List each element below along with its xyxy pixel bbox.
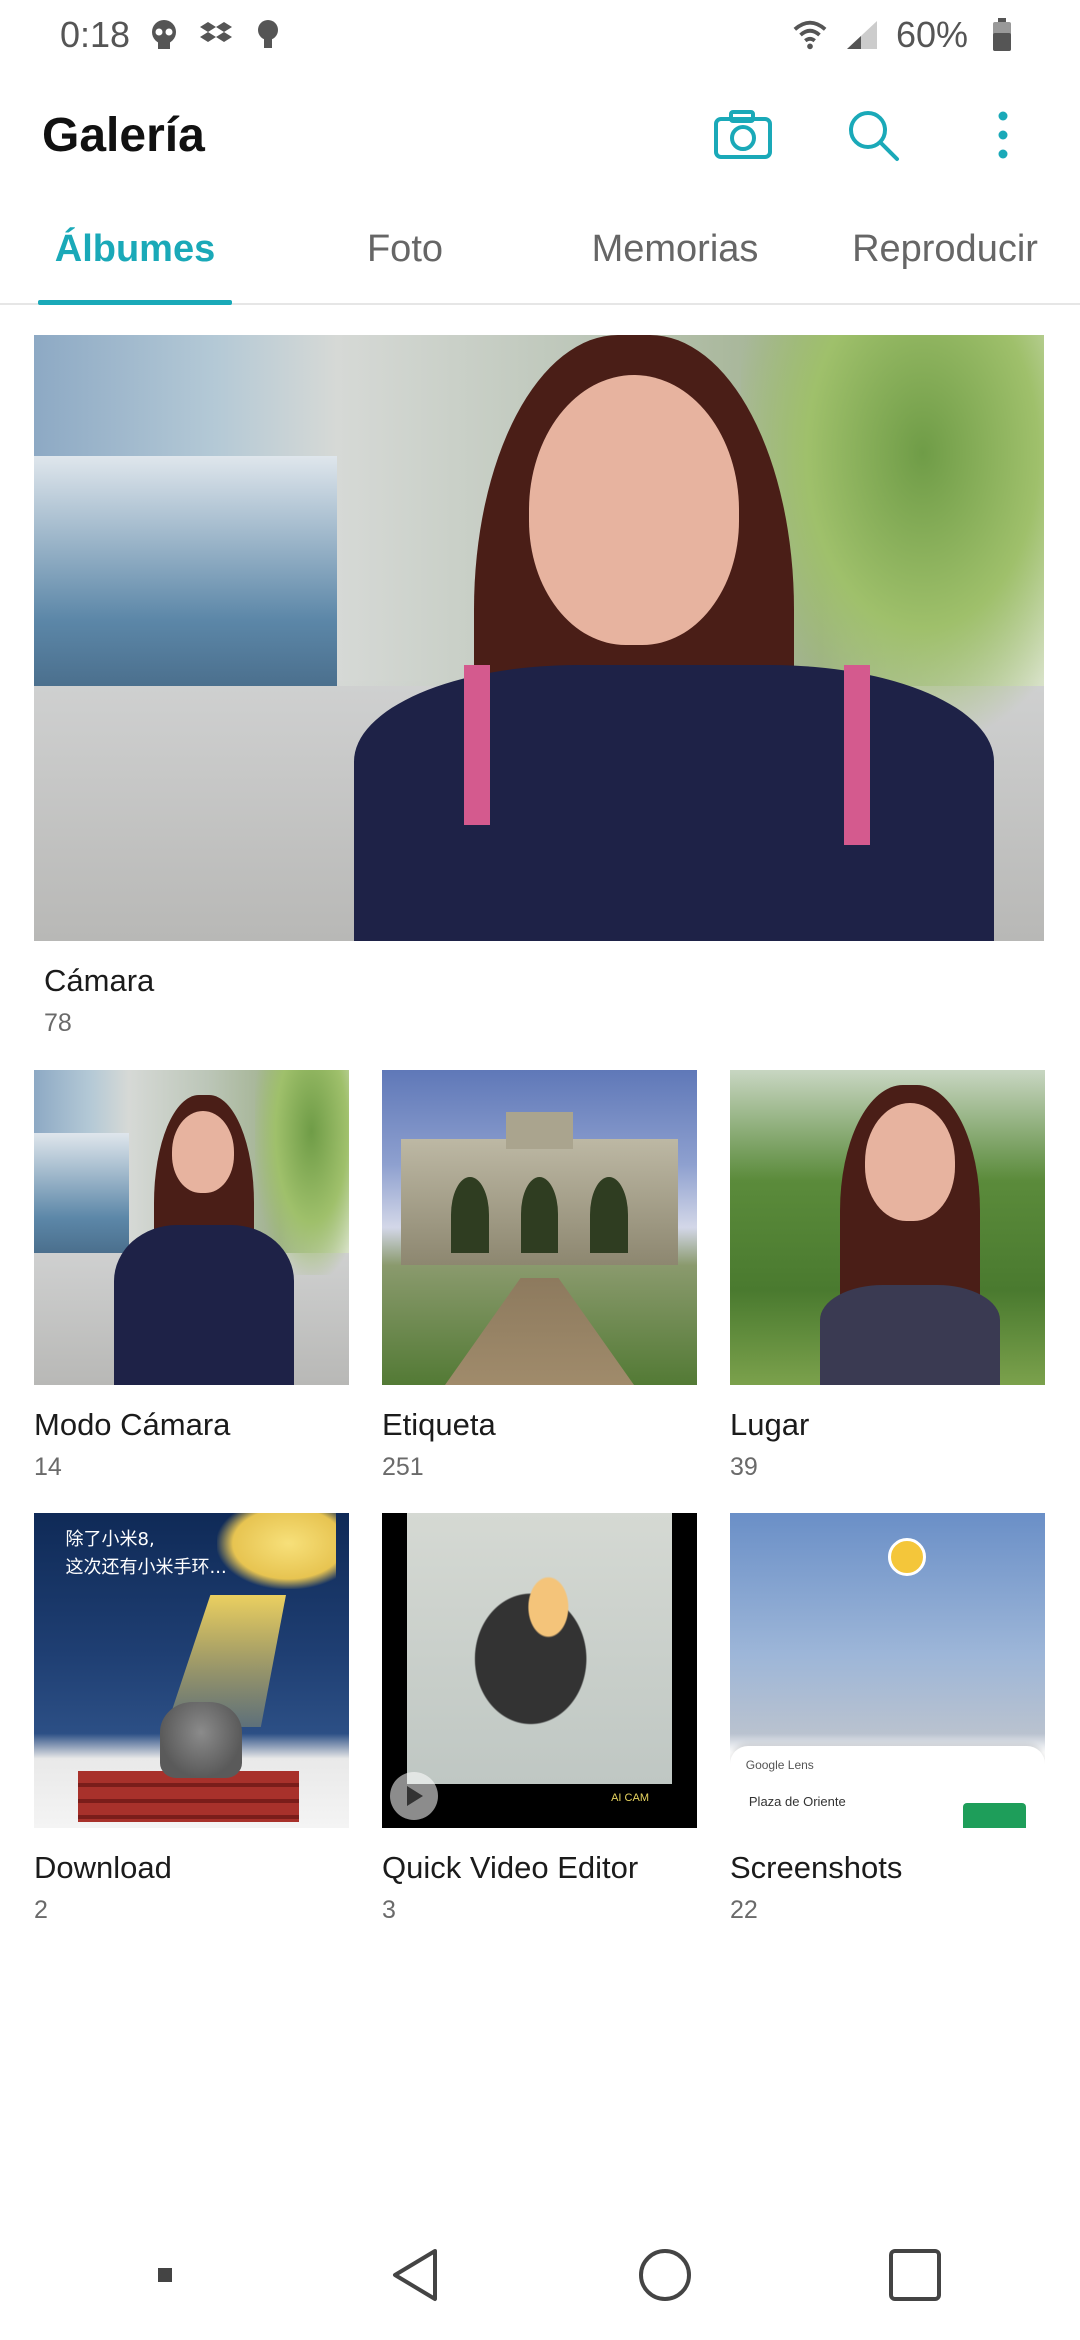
home-button[interactable] xyxy=(620,2230,710,2320)
home-icon xyxy=(639,2249,691,2301)
search-button[interactable] xyxy=(838,100,908,170)
album-count: 22 xyxy=(730,1896,758,1924)
more-options-button[interactable] xyxy=(968,100,1038,170)
thumbnail-caption: 除了小米8, 这次还有小米手环... xyxy=(65,1528,227,1578)
album-count: 78 xyxy=(44,1009,72,1037)
album-place[interactable]: Lugar 39 xyxy=(730,1070,1045,1482)
album-count: 39 xyxy=(730,1453,758,1481)
camera-button[interactable] xyxy=(708,100,778,170)
tab-photos[interactable]: Foto xyxy=(270,195,540,303)
recents-button[interactable] xyxy=(870,2230,960,2320)
place-label: Plaza de Oriente xyxy=(748,1793,846,1809)
album-thumbnail: 除了小米8, 这次还有小米手环... xyxy=(34,1513,349,1828)
album-thumbnail xyxy=(730,1070,1045,1385)
status-right: 60% xyxy=(792,14,1020,56)
battery-icon xyxy=(984,17,1020,53)
album-thumbnail: AI CAM xyxy=(382,1513,697,1828)
camera-icon xyxy=(714,110,772,159)
app-bar: Galería xyxy=(0,80,1080,190)
tab-albums[interactable]: Álbumes xyxy=(0,195,270,305)
video-watermark: AI CAM xyxy=(611,1792,649,1804)
search-icon xyxy=(849,111,899,161)
battery-percent: 60% xyxy=(895,14,968,55)
album-thumbnail xyxy=(34,335,1044,941)
back-icon xyxy=(393,2249,437,2301)
album-name: Etiqueta xyxy=(382,1407,496,1442)
play-icon xyxy=(390,1772,438,1820)
recents-icon xyxy=(889,2249,941,2301)
lens-label: Google Lens xyxy=(745,1757,814,1772)
album-thumbnail xyxy=(34,1070,349,1385)
signal-icon xyxy=(844,17,880,53)
album-count: 14 xyxy=(34,1453,62,1481)
album-count: 251 xyxy=(382,1453,424,1481)
app-actions xyxy=(708,100,1038,170)
system-nav-bar xyxy=(0,2210,1080,2340)
album-name: Download xyxy=(34,1850,172,1885)
album-screenshots[interactable]: Google Lens Plaza de Oriente Screenshots… xyxy=(730,1513,1045,1925)
back-button[interactable] xyxy=(370,2230,460,2320)
album-thumbnail: Google Lens Plaza de Oriente xyxy=(730,1513,1045,1828)
more-vert-icon xyxy=(998,111,1008,159)
lightbulb-icon xyxy=(250,17,286,53)
nav-extra-button[interactable] xyxy=(120,2230,210,2320)
album-name: Lugar xyxy=(730,1407,810,1442)
square-small-icon xyxy=(158,2268,172,2282)
status-time: 0:18 xyxy=(60,14,131,55)
album-download[interactable]: 除了小米8, 这次还有小米手环... Download 2 xyxy=(34,1513,349,1925)
tab-bar: Álbumes Foto Memorias Reproducir xyxy=(0,195,1080,305)
wifi-icon xyxy=(792,17,828,53)
page-title: Galería xyxy=(42,108,205,162)
dropbox-icon xyxy=(198,17,234,53)
album-name: Cámara xyxy=(44,963,155,998)
album-thumbnail xyxy=(382,1070,697,1385)
tab-play[interactable]: Reproducir xyxy=(810,195,1080,303)
album-tag[interactable]: Etiqueta 251 xyxy=(382,1070,697,1482)
status-bar: 0:18 60% xyxy=(0,0,1080,70)
skull-icon xyxy=(146,17,182,53)
album-camera[interactable]: Cámara 78 xyxy=(34,335,1044,1038)
album-camera-mode[interactable]: Modo Cámara 14 xyxy=(34,1070,349,1482)
album-name: Quick Video Editor xyxy=(382,1850,639,1885)
album-name: Screenshots xyxy=(730,1850,903,1885)
album-quick-video-editor[interactable]: AI CAM Quick Video Editor 3 xyxy=(382,1513,697,1925)
album-count: 3 xyxy=(382,1896,396,1924)
status-left: 0:18 xyxy=(60,14,286,56)
album-name: Modo Cámara xyxy=(34,1407,231,1442)
tab-memories[interactable]: Memorias xyxy=(540,195,810,303)
album-count: 2 xyxy=(34,1896,48,1924)
